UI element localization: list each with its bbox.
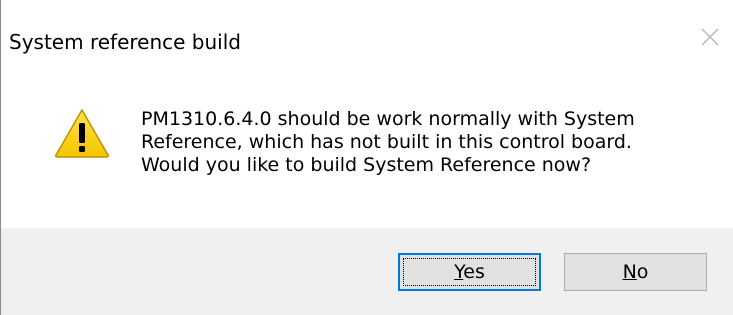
no-mnemonic: N — [622, 261, 637, 283]
yes-button[interactable]: Yes — [398, 253, 541, 291]
yes-mnemonic: Y — [454, 261, 464, 283]
message-line: Would you like to build System Reference… — [141, 154, 592, 176]
dialog-content: PM1310.6.4.0 should be work normally wit… — [1, 78, 733, 228]
message-line: Reference, which has not built in this c… — [141, 131, 632, 153]
dialog-title: System reference build — [9, 30, 241, 54]
message-dialog: System reference build PM1310.6.4.0 shou… — [0, 0, 733, 315]
message-line: PM1310.6.4.0 should be work normally wit… — [141, 108, 635, 130]
dialog-message: PM1310.6.4.0 should be work normally wit… — [141, 108, 721, 177]
title-bar: System reference build — [1, 0, 733, 78]
button-bar: Yes No — [1, 228, 733, 315]
close-button[interactable] — [687, 16, 733, 56]
yes-button-label: Yes — [454, 261, 485, 283]
yes-label-rest: es — [463, 261, 485, 283]
no-label-rest: o — [636, 261, 649, 283]
warning-icon — [54, 108, 110, 158]
close-icon — [701, 28, 719, 46]
no-button[interactable]: No — [564, 253, 707, 291]
no-button-label: No — [623, 261, 649, 283]
